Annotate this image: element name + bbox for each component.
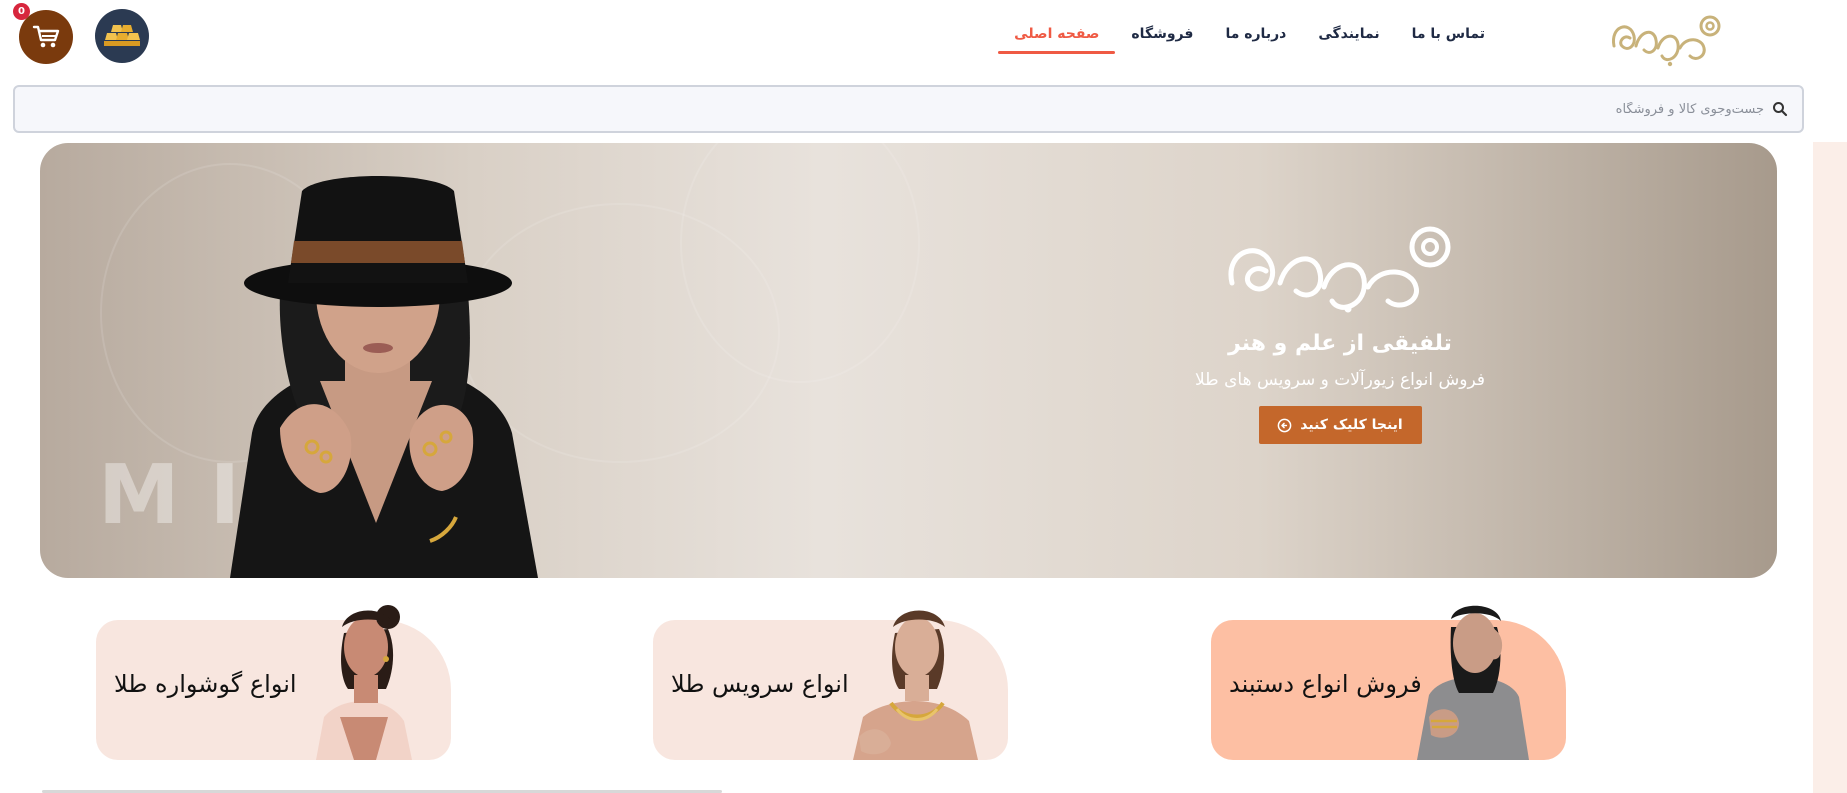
arrow-circle-icon	[1277, 418, 1292, 432]
banner-cta-button[interactable]: اینجا کلیک کنید	[1258, 406, 1422, 444]
gold-bars-icon	[104, 25, 140, 46]
nav-item-home[interactable]: صفحه اصلی	[998, 18, 1116, 54]
main-nav: صفحه اصلی فروشگاه درباره ما نمایندگی تما…	[998, 18, 1501, 54]
search-icon	[1773, 102, 1788, 117]
category-photo	[316, 605, 412, 760]
cart-button[interactable]	[19, 10, 73, 64]
category-card-bracelets[interactable]: فروش انواع دستبند	[1211, 605, 1566, 760]
nav-item-contact[interactable]: تماس با ما	[1396, 18, 1501, 54]
hero-banner: MIJAN	[40, 143, 1777, 578]
banner-cta-label: اینجا کلیک کنید	[1300, 417, 1403, 433]
banner-title: تلفیقی از علم و هنر	[1228, 331, 1452, 356]
banner-content: تلفیقی از علم و هنر فروش انواع زیورآلات …	[1130, 213, 1550, 444]
category-photo	[853, 610, 978, 760]
search-bar[interactable]	[13, 85, 1804, 133]
category-label: انواع گوشواره طلا	[114, 670, 297, 698]
nav-item-about[interactable]: درباره ما	[1209, 18, 1302, 54]
banner-subtitle: فروش انواع زیورآلات و سرویس های طلا	[1195, 370, 1485, 390]
category-card-gold-sets[interactable]: انواع سرویس طلا	[653, 610, 1008, 760]
cart-icon	[32, 25, 60, 48]
search-input[interactable]	[64, 101, 1764, 117]
cart-count-badge: 0	[13, 3, 30, 20]
site-logo[interactable]	[1606, 6, 1726, 68]
nav-item-shop[interactable]: فروشگاه	[1115, 18, 1209, 54]
category-label: انواع سرویس طلا	[671, 670, 849, 698]
page: 0 صفحه اصلی فروشگاه درباره ما نمایندگی ت…	[0, 0, 1847, 793]
category-photo	[1417, 605, 1529, 760]
banner-logo	[1228, 226, 1451, 313]
gold-price-button[interactable]	[95, 9, 149, 63]
model-photo	[230, 176, 538, 578]
header: 0 صفحه اصلی فروشگاه درباره ما نمایندگی ت…	[0, 0, 1847, 80]
category-card-earrings[interactable]: انواع گوشواره طلا	[96, 605, 451, 760]
nav-item-agency[interactable]: نمایندگی	[1302, 18, 1395, 54]
side-strip	[1813, 142, 1847, 793]
category-label: فروش انواع دستبند	[1229, 670, 1422, 698]
